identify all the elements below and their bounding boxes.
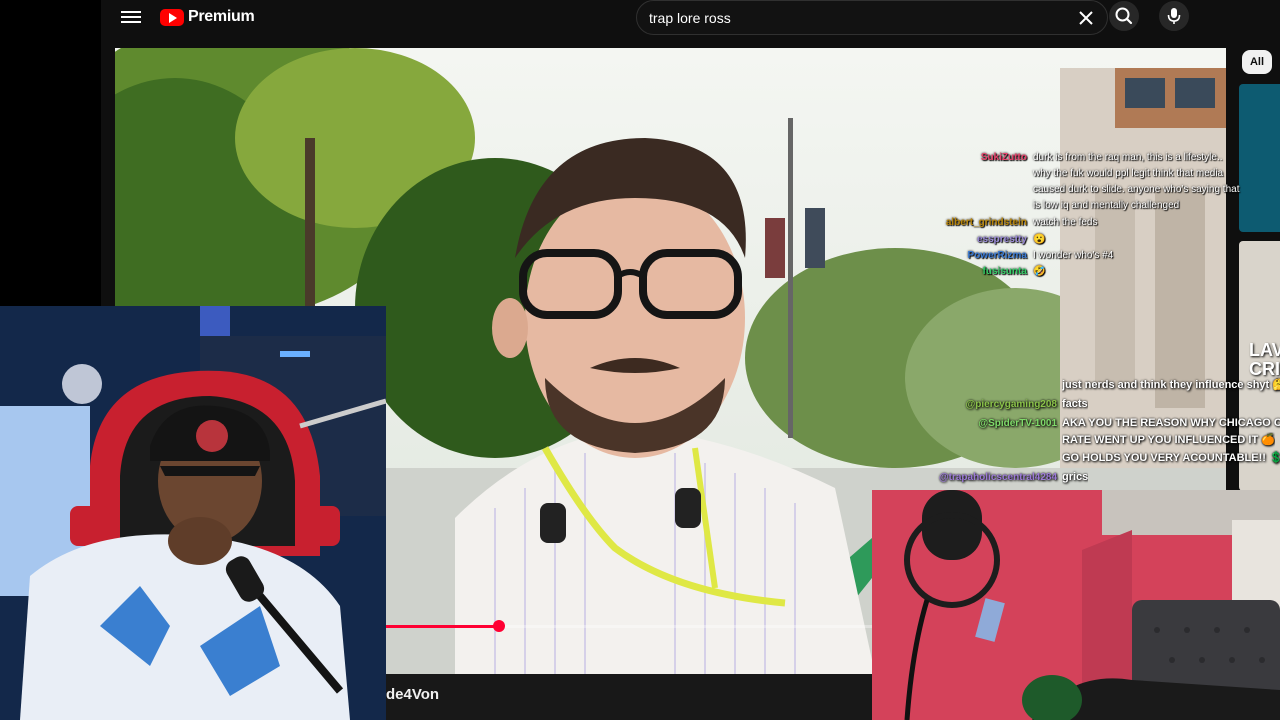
search-box <box>636 0 1108 35</box>
chat-message: why the fuk would ppl legit think that m… <box>1033 168 1224 179</box>
chat-message: just nerds and think they influence shyt… <box>1062 379 1280 391</box>
related-video-thumbnail[interactable] <box>1239 84 1280 232</box>
chat-message: RATE WENT UP YOU INFLUENCED IT 🍊 <box>1062 434 1275 446</box>
chat-message: is low iq and mentally challenged <box>1033 200 1180 211</box>
microphone-icon[interactable] <box>1159 1 1189 31</box>
chat-username: essprestty <box>976 234 1027 245</box>
chat-username: @piercygaming208 <box>965 399 1057 410</box>
chat-message: durk is from the raq man, this is a life… <box>1033 152 1223 163</box>
close-icon[interactable] <box>1077 9 1095 27</box>
chat-username: @SpiderTV-1001 <box>978 418 1057 429</box>
chip-all[interactable]: All <box>1242 50 1272 74</box>
chat-message: AKA YOU THE REASON WHY CHICAGO CRI <box>1062 417 1280 429</box>
chat-message: facts <box>1062 398 1088 410</box>
progress-bar[interactable] <box>386 620 872 632</box>
chat-username: SukiZutto <box>980 152 1027 163</box>
chat-message: caused durk to slide. anyone who's sayin… <box>1033 184 1240 195</box>
thumbnail-text: LAV CRI <box>1249 340 1280 379</box>
chat-username: PowerRizma <box>967 250 1027 261</box>
room-webcam-image <box>872 490 1280 720</box>
search-input[interactable] <box>649 9 1029 27</box>
chat-message: 😮 <box>1033 234 1046 245</box>
chat-message: GO HOLDS YOU VERY ACOUNTABLE!! 💲 <box>1062 452 1280 464</box>
streamer-webcam <box>0 306 386 720</box>
youtube-logo-icon <box>160 8 184 26</box>
youtube-logo[interactable]: Premium <box>160 8 255 26</box>
chat-message: I wonder who's #4 <box>1033 250 1114 261</box>
top-bar: Premium <box>101 0 1280 36</box>
channel-name[interactable]: de4Von <box>386 686 439 703</box>
search-icon[interactable] <box>1109 1 1139 31</box>
progress-scrubber[interactable] <box>492 620 505 632</box>
chat-username: albert_grindstein <box>945 217 1027 228</box>
chat-username: fusisunta <box>982 266 1027 277</box>
streamer-webcam-image <box>0 306 386 720</box>
menu-icon[interactable] <box>121 8 141 26</box>
room-webcam <box>872 490 1280 720</box>
chat-message: 🤣 <box>1033 266 1046 277</box>
chat-message: watch the feds <box>1033 217 1098 228</box>
chat-username: @trapaholicscentral4284 <box>938 472 1057 483</box>
progress-fill <box>386 625 499 628</box>
chat-message: grics <box>1062 471 1089 483</box>
brand-label: Premium <box>188 8 255 25</box>
channel-bar: de4Von <box>386 674 872 720</box>
